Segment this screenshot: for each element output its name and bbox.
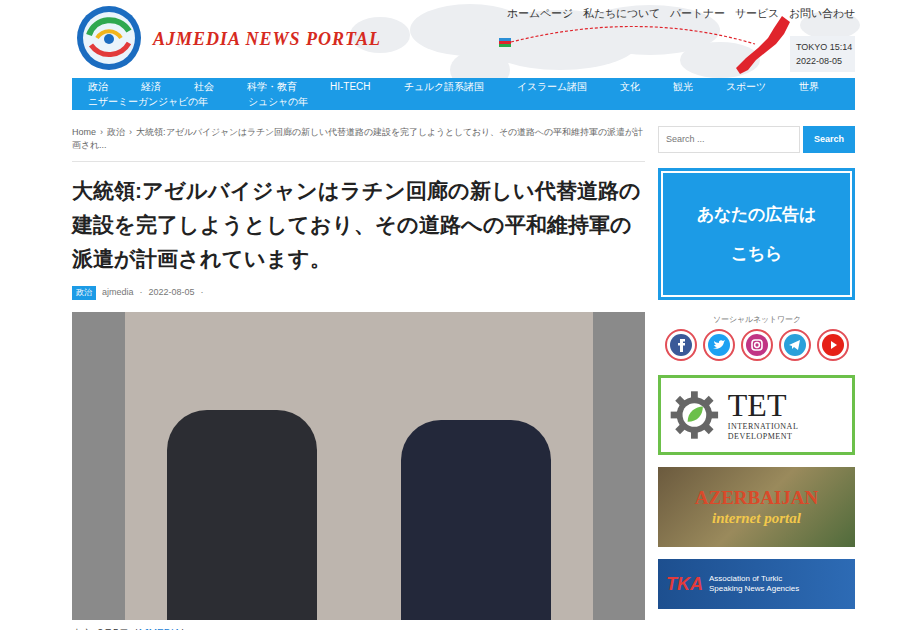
instagram-icon[interactable]: [741, 329, 773, 361]
ad-inner: あなたの広告はこちら: [661, 171, 852, 297]
logo-text[interactable]: AJMEDIA NEWS PORTAL: [153, 26, 381, 53]
ad-box[interactable]: あなたの広告はこちら: [658, 168, 855, 300]
tet-title: TET: [728, 388, 844, 422]
twitter-icon[interactable]: [703, 329, 735, 361]
header-right: ホームページ私たちについてパートナーサービスお問い合わせ TOKYO 15:142…: [507, 0, 855, 78]
tet-text: TETINTERNATIONAL DEVELOPMENT: [728, 388, 844, 442]
social-links: [658, 329, 855, 361]
social-label: ソーシャルネットワーク: [658, 314, 855, 326]
category-tag[interactable]: 政治: [72, 286, 96, 300]
nav-item[interactable]: シュシャの年: [248, 94, 308, 109]
ad-text: あなたの広告は: [697, 202, 816, 228]
tka-logo: TKA: [666, 574, 703, 594]
clock-date: 2022-08-05: [796, 54, 855, 68]
top-nav-link[interactable]: サービス: [735, 6, 779, 22]
nav-item[interactable]: HI-TECH: [330, 79, 371, 94]
sidebar: Search あなたの広告はこちらソーシャルネットワーク TETINTERNATIO…: [658, 126, 855, 630]
tka-banner[interactable]: TKA Association of TurkicSpeaking News Ag…: [658, 559, 855, 609]
top-nav-link[interactable]: パートナー: [670, 6, 725, 22]
top-nav-link[interactable]: お問い合わせ: [789, 6, 855, 22]
nav-item[interactable]: 経済: [141, 79, 161, 94]
nav-item[interactable]: 科学・教育: [247, 79, 297, 94]
azerbaijan-subtitle: internet portal: [712, 509, 801, 527]
breadcrumb-separator: ›: [100, 127, 103, 137]
nav-item[interactable]: 観光: [673, 79, 693, 94]
telegram-icon[interactable]: [779, 329, 811, 361]
author[interactable]: ajmedia: [102, 286, 134, 300]
nav-item[interactable]: 文化: [620, 79, 640, 94]
nav-item[interactable]: 政治: [88, 79, 108, 94]
clock: TOKYO 15:142022-08-05: [790, 36, 855, 72]
nav-item[interactable]: 世界: [799, 79, 819, 94]
breadcrumb-item[interactable]: Home: [72, 127, 96, 137]
nav-item[interactable]: スポーツ: [726, 79, 766, 94]
tka-line: Association of Turkic: [709, 574, 799, 584]
gear-icon: [669, 385, 720, 445]
tet-subtitle: INTERNATIONAL DEVELOPMENT: [728, 422, 844, 442]
facebook-icon[interactable]: [665, 329, 697, 361]
header-inner: AJMEDIA NEWS PORTAL ホームページ私たちについてパートナーサービ…: [0, 0, 922, 78]
breadcrumb-separator: ›: [129, 127, 132, 137]
date: 2022-08-05: [149, 286, 195, 300]
route-arc-icon: [0, 0, 922, 78]
azerbaijan-banner[interactable]: AZERBAIJANinternet portal: [658, 467, 855, 547]
tet-banner[interactable]: TETINTERNATIONAL DEVELOPMENT: [658, 375, 855, 455]
search-input[interactable]: [658, 126, 800, 153]
content: Home›政治›大統領:アゼルバイジャンはラチン回廊の新しい代替道路の建設を完了…: [72, 126, 850, 630]
breadcrumb: Home › 政治 ›大統領:アゼルバイジャンはラチン回廊の新しい代替道路の建設を完了…: [72, 126, 645, 162]
nav-item[interactable]: 社会: [194, 79, 214, 94]
article-title: 大統領:アゼルバイジャンはラチン回廊の新しい代替道路の建設を完了しようとしており…: [72, 174, 645, 276]
site-header: AJMEDIA NEWS PORTAL ホームページ私たちについてパートナーサービ…: [0, 0, 922, 78]
nav-item[interactable]: ニザーミーガンジャビの年: [88, 94, 208, 109]
youtube-icon[interactable]: [817, 329, 849, 361]
caption-text: 東京, 8月5日, /: [72, 628, 137, 630]
article-photo: [72, 312, 645, 620]
nav-row: 政治 経済 社会 科学・教育 HI-TECH チュルク語系諸国 イスラーム諸国 文化 観光 スポー…: [88, 79, 839, 94]
top-nav: ホームページ私たちについてパートナーサービスお問い合わせ: [507, 6, 855, 22]
caption-link[interactable]: AJMEDIA: [137, 628, 180, 630]
search-button[interactable]: Search: [803, 126, 855, 153]
photo-caption: 東京, 8月5日, /AJMEDIA/: [72, 626, 645, 630]
main-nav: 政治 経済 社会 科学・教育 HI-TECH チュルク語系諸国 イスラーム諸国 文化 観光 スポー…: [72, 78, 855, 110]
tka-line: Speaking News Agencies: [709, 584, 799, 594]
azerbaijan-title: AZERBAIJAN: [695, 487, 819, 509]
logo-icon[interactable]: [75, 5, 143, 71]
meta-separator: ·: [201, 286, 204, 300]
article-meta: 政治 ajmedia · 2022-08-05 ·: [72, 286, 645, 300]
search-form: Search: [658, 126, 855, 153]
nav-item[interactable]: イスラーム諸国: [517, 79, 587, 94]
meta-separator: ·: [140, 286, 143, 300]
clock-time: TOKYO 15:14: [796, 40, 855, 54]
breadcrumb-item[interactable]: 大統領:アゼルバイジャンはラチン回廊の新しい代替道路の建設を完了しようとしており…: [72, 127, 643, 150]
breadcrumb-item[interactable]: 政治: [107, 127, 125, 137]
caption-text: /: [180, 628, 183, 630]
tka-text: Association of TurkicSpeaking News Agenc…: [709, 574, 799, 594]
nav-item[interactable]: チュルク語系諸国: [404, 79, 484, 94]
nav-row: ニザーミーガンジャビの年 シュシャの年: [88, 94, 839, 109]
top-nav-link[interactable]: ホームページ: [507, 6, 573, 22]
photo-image: [125, 312, 593, 620]
article-column: Home›政治›大統領:アゼルバイジャンはラチン回廊の新しい代替道路の建設を完了…: [72, 126, 645, 630]
top-nav-link[interactable]: 私たちについて: [583, 6, 660, 22]
ad-text: こちら: [731, 241, 782, 267]
